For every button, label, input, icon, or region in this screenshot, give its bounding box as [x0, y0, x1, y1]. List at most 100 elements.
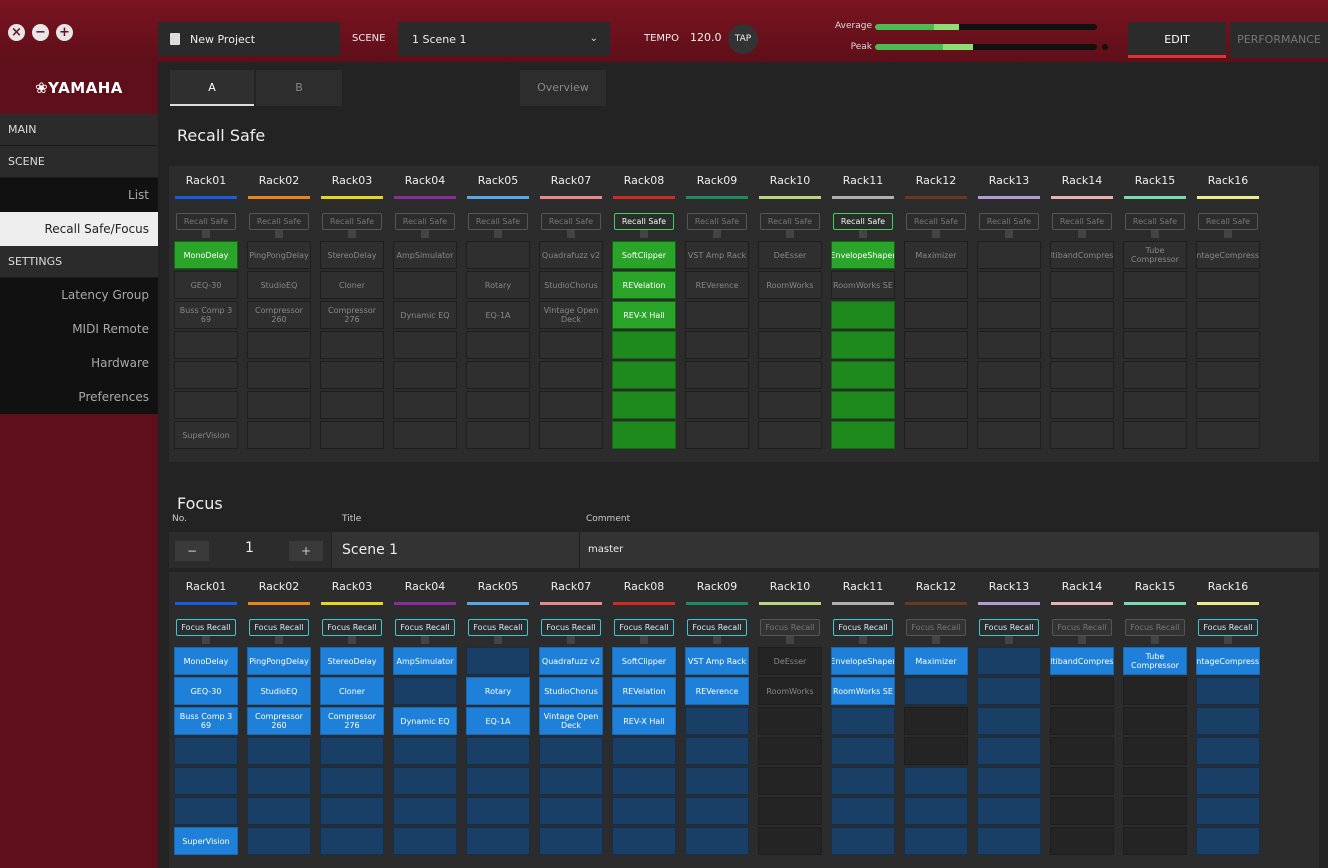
plugin-slot[interactable]	[685, 767, 749, 795]
plugin-slot[interactable]	[393, 767, 457, 795]
plugin-slot[interactable]	[1050, 331, 1114, 359]
plugin-slot[interactable]: MonoDelay	[174, 241, 238, 269]
focus-recall-button[interactable]: Focus Recall	[833, 619, 893, 636]
plugin-slot[interactable]	[539, 767, 603, 795]
plugin-slot[interactable]	[320, 331, 384, 359]
recall-safe-button[interactable]: Recall Safe	[468, 213, 528, 230]
sidebar-section-scene[interactable]: SCENE	[0, 146, 158, 178]
plugin-slot[interactable]	[320, 827, 384, 855]
plugin-slot[interactable]	[685, 331, 749, 359]
tab-b[interactable]: B	[256, 70, 342, 106]
plugin-slot[interactable]	[247, 391, 311, 419]
focus-recall-button[interactable]: Focus Recall	[1198, 619, 1258, 636]
plugin-slot[interactable]: Rotary	[466, 271, 530, 299]
plugin-slot[interactable]: RoomWorks	[758, 271, 822, 299]
performance-mode-button[interactable]: PERFORMANCE	[1230, 22, 1328, 58]
plugin-slot[interactable]	[393, 271, 457, 299]
plugin-slot[interactable]	[685, 737, 749, 765]
plugin-slot[interactable]: Cloner	[320, 271, 384, 299]
sidebar-item-hardware[interactable]: Hardware	[0, 346, 158, 380]
plugin-slot[interactable]	[1196, 797, 1260, 825]
plugin-slot[interactable]: SoftClipper	[612, 647, 676, 675]
plugin-slot[interactable]	[758, 827, 822, 855]
plugin-slot[interactable]	[831, 421, 895, 449]
focus-recall-button[interactable]: Focus Recall	[687, 619, 747, 636]
plugin-slot[interactable]	[758, 391, 822, 419]
plugin-slot[interactable]	[904, 677, 968, 705]
plugin-slot[interactable]	[247, 361, 311, 389]
plugin-slot[interactable]	[466, 767, 530, 795]
focus-recall-button[interactable]: Focus Recall	[906, 619, 966, 636]
plugin-slot[interactable]	[539, 361, 603, 389]
focus-recall-button[interactable]: Focus Recall	[979, 619, 1039, 636]
plugin-slot[interactable]: Tube Compressor	[1123, 647, 1187, 675]
plugin-slot[interactable]	[1050, 421, 1114, 449]
plugin-slot[interactable]: REVelation	[612, 677, 676, 705]
plugin-slot[interactable]	[685, 361, 749, 389]
plugin-slot[interactable]: Cloner	[320, 677, 384, 705]
plugin-slot[interactable]	[393, 737, 457, 765]
plugin-slot[interactable]	[904, 827, 968, 855]
plugin-slot[interactable]	[1123, 767, 1187, 795]
plugin-slot[interactable]	[758, 301, 822, 329]
focus-recall-button[interactable]: Focus Recall	[1052, 619, 1112, 636]
plugin-slot[interactable]	[539, 827, 603, 855]
plugin-slot[interactable]: EQ-1A	[466, 707, 530, 735]
plugin-slot[interactable]: StereoDelay	[320, 241, 384, 269]
plugin-slot[interactable]	[1196, 707, 1260, 735]
plugin-slot[interactable]	[977, 707, 1041, 735]
plugin-slot[interactable]	[1196, 677, 1260, 705]
recall-safe-button[interactable]: Recall Safe	[1125, 213, 1185, 230]
recall-safe-button[interactable]: Recall Safe	[1052, 213, 1112, 230]
plugin-slot[interactable]	[831, 767, 895, 795]
plugin-slot[interactable]	[466, 797, 530, 825]
plugin-slot[interactable]	[977, 797, 1041, 825]
plugin-slot[interactable]	[612, 421, 676, 449]
plugin-slot[interactable]: GEQ-30	[174, 271, 238, 299]
plugin-slot[interactable]: PingPongDelay	[247, 241, 311, 269]
plugin-slot[interactable]	[320, 391, 384, 419]
plugin-slot[interactable]	[831, 737, 895, 765]
plugin-slot[interactable]: VintageCompressor	[1196, 241, 1260, 269]
plugin-slot[interactable]	[977, 827, 1041, 855]
tab-a[interactable]: A	[170, 70, 254, 106]
plugin-slot[interactable]	[393, 677, 457, 705]
plugin-slot[interactable]: AmpSimulator	[393, 647, 457, 675]
plugin-slot[interactable]	[612, 391, 676, 419]
recall-safe-button[interactable]: Recall Safe	[979, 213, 1039, 230]
plugin-slot[interactable]	[904, 737, 968, 765]
sidebar-item-latency-group[interactable]: Latency Group	[0, 278, 158, 312]
tap-button[interactable]: TAP	[728, 24, 758, 54]
plugin-slot[interactable]: DeEsser	[758, 241, 822, 269]
plugin-slot[interactable]	[1050, 271, 1114, 299]
plugin-slot[interactable]	[174, 767, 238, 795]
plugin-slot[interactable]: StudioChorus	[539, 677, 603, 705]
plugin-slot[interactable]	[320, 361, 384, 389]
plugin-slot[interactable]: DeEsser	[758, 647, 822, 675]
plugin-slot[interactable]	[320, 767, 384, 795]
plugin-slot[interactable]	[393, 797, 457, 825]
plugin-slot[interactable]: PingPongDelay	[247, 647, 311, 675]
plugin-slot[interactable]	[685, 301, 749, 329]
plugin-slot[interactable]: SuperVision	[174, 421, 238, 449]
edit-mode-button[interactable]: EDIT	[1128, 22, 1226, 58]
plugin-slot[interactable]	[1050, 361, 1114, 389]
sidebar-section-settings[interactable]: SETTINGS	[0, 246, 158, 278]
focus-recall-button[interactable]: Focus Recall	[541, 619, 601, 636]
plugin-slot[interactable]: AmpSimulator	[393, 241, 457, 269]
plugin-slot[interactable]	[1050, 301, 1114, 329]
plugin-slot[interactable]	[393, 331, 457, 359]
plugin-slot[interactable]	[977, 271, 1041, 299]
plugin-slot[interactable]: REVelation	[612, 271, 676, 299]
plugin-slot[interactable]	[320, 737, 384, 765]
plugin-slot[interactable]	[977, 421, 1041, 449]
plugin-slot[interactable]	[393, 361, 457, 389]
plugin-slot[interactable]	[1123, 391, 1187, 419]
plugin-slot[interactable]	[977, 767, 1041, 795]
plugin-slot[interactable]	[247, 421, 311, 449]
sidebar-section-main[interactable]: MAIN	[0, 114, 158, 146]
plugin-slot[interactable]: Buss Comp 3 69	[174, 707, 238, 735]
plugin-slot[interactable]: SuperVision	[174, 827, 238, 855]
plugin-slot[interactable]	[247, 827, 311, 855]
plugin-slot[interactable]	[831, 707, 895, 735]
